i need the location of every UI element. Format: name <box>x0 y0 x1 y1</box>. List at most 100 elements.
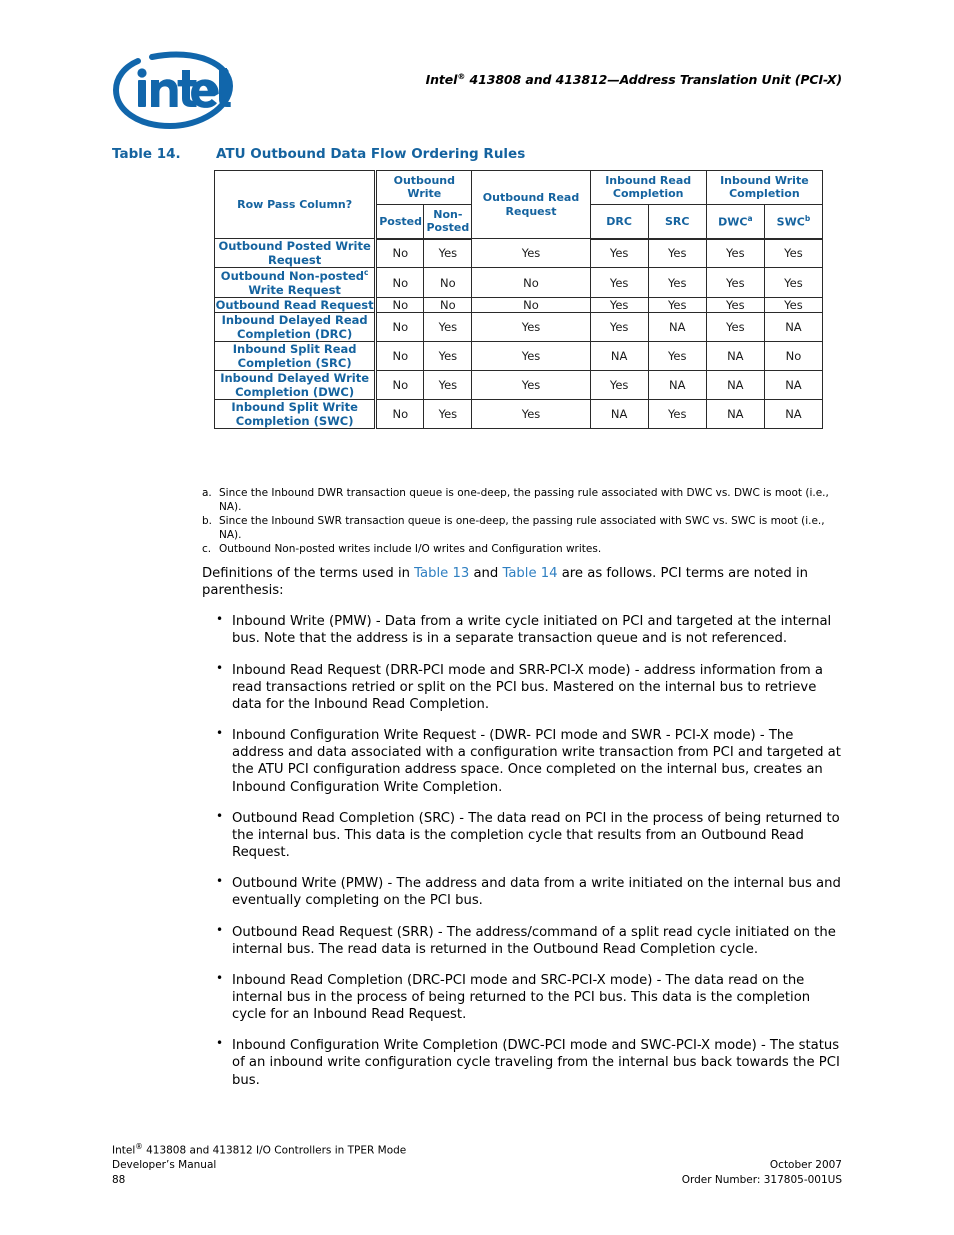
footer-manual-title: Intel® 413808 and 413812 I/O Controllers… <box>112 1142 406 1158</box>
xref-table-14[interactable]: Table 14 <box>502 566 557 581</box>
cell-r6-outbound-read-request: Yes <box>471 399 591 430</box>
cell-r6-dwc: NA <box>705 399 765 430</box>
list-item: Outbound Read Request (SRR) - The addres… <box>202 922 842 958</box>
cell-r2-non-posted: No <box>423 297 473 314</box>
cell-r5-outbound-read-request: Yes <box>471 370 591 401</box>
cell-r0-drc: Yes <box>589 238 649 269</box>
cell-r3-drc: Yes <box>589 312 649 343</box>
header-row-pass-column: Row Pass Column? <box>213 169 378 240</box>
running-header: Intel® 413808 and 413812—Address Transla… <box>425 72 843 88</box>
registered-mark-icon: ® <box>135 1141 143 1151</box>
header-sub-dwc-text: DWC <box>718 215 748 229</box>
header-group-inbound-write-completion: Inbound Write Completion <box>705 170 824 205</box>
header-sub-non-posted: Non-Posted <box>423 203 473 240</box>
footnote-a: a. Since the Inbound DWR transaction que… <box>202 487 834 515</box>
intel-logo <box>112 48 234 130</box>
list-item: Outbound Read Completion (SRC) - The dat… <box>202 809 842 861</box>
cell-r2-drc: Yes <box>589 297 649 314</box>
cell-r2-src: Yes <box>647 297 707 314</box>
cell-r6-posted: No <box>375 399 425 430</box>
cell-r4-swc: No <box>763 341 824 372</box>
cell-r5-dwc: NA <box>705 370 765 401</box>
cell-r6-drc: NA <box>589 399 649 430</box>
row-label-outbound-posted-write-request: Outbound Posted Write Request <box>213 238 378 269</box>
footnote-b-text: Since the Inbound SWR transaction queue … <box>219 514 825 541</box>
row-label-outbound-non-posted-write-request: Outbound Non-postedc Write Request <box>213 267 378 299</box>
page-footer-right: October 2007 Order Number: 317805-001US <box>682 1143 842 1188</box>
header-sub-dwc: DWCa <box>705 203 765 240</box>
cell-r0-outbound-read-request: Yes <box>471 238 591 269</box>
list-item: Outbound Write (PMW) - The address and d… <box>202 874 842 909</box>
cell-r1-non-posted: No <box>423 267 473 299</box>
cell-r3-src: NA <box>647 312 707 343</box>
row-label-inbound-delayed-write-completion: Inbound Delayed Write Completion (DWC) <box>213 370 378 401</box>
cell-r1-drc: Yes <box>589 267 649 299</box>
cell-r3-posted: No <box>375 312 425 343</box>
list-item: Inbound Read Completion (DRC-PCI mode an… <box>202 971 842 1023</box>
cell-r4-posted: No <box>375 341 425 372</box>
list-item: Inbound Configuration Write Completion (… <box>202 1036 842 1088</box>
intro-part1: Definitions of the terms used in <box>202 566 415 581</box>
definitions-intro: Definitions of the terms used in Table 1… <box>202 565 842 599</box>
intro-part2: and <box>469 566 503 581</box>
table-body: Outbound Posted Write Request No Yes Yes… <box>213 238 824 430</box>
xref-table-13[interactable]: Table 13 <box>414 566 469 581</box>
cell-r1-outbound-read-request: No <box>471 267 591 299</box>
list-item: Inbound Read Request (DRR-PCI mode and S… <box>202 661 842 713</box>
row-label-inbound-delayed-read-completion: Inbound Delayed Read Completion (DRC) <box>213 312 378 343</box>
header-sub-swc: SWCb <box>763 203 824 240</box>
cell-r4-non-posted: Yes <box>423 341 473 372</box>
list-item: Inbound Configuration Write Request - (D… <box>202 726 842 796</box>
cell-r5-src: NA <box>647 370 707 401</box>
footnote-c: c. Outbound Non-posted writes include I/… <box>202 543 834 557</box>
footer-spacer <box>682 1143 842 1158</box>
cell-r3-dwc: Yes <box>705 312 765 343</box>
header-group-outbound-write: Outbound Write <box>375 170 473 205</box>
header-sub-drc: DRC <box>589 203 649 240</box>
document-page: Intel® 413808 and 413812—Address Transla… <box>0 0 954 1235</box>
cell-r1-dwc: Yes <box>705 267 765 299</box>
cell-r6-swc: NA <box>763 399 824 430</box>
cell-r6-src: Yes <box>647 399 707 430</box>
cell-r4-dwc: NA <box>705 341 765 372</box>
table-row: Outbound Read Request No No No Yes Yes Y… <box>213 297 824 314</box>
cell-r2-swc: Yes <box>763 297 824 314</box>
header-sub-posted: Posted <box>375 203 425 240</box>
table-header: Row Pass Column? Outbound Write Outbound… <box>213 169 824 240</box>
cell-r2-posted: No <box>375 297 425 314</box>
page-footer-left: Intel® 413808 and 413812 I/O Controllers… <box>112 1142 406 1188</box>
header-sub-swc-footnote-marker: b <box>804 213 811 223</box>
cell-r0-non-posted: Yes <box>423 238 473 269</box>
header-sub-swc-text: SWC <box>776 215 805 229</box>
row-label-text: Outbound Non-posted <box>220 268 364 283</box>
table-row: Outbound Non-postedc Write Request No No … <box>213 267 824 299</box>
header-group-inbound-read-completion: Inbound Read Completion <box>589 170 707 205</box>
cell-r4-drc: NA <box>589 341 649 372</box>
footer-title-pre: Intel <box>112 1144 136 1157</box>
footer-order-number: Order Number: 317805-001US <box>681 1174 842 1187</box>
cell-r5-drc: Yes <box>589 370 649 401</box>
cell-r4-outbound-read-request: Yes <box>471 341 591 372</box>
cell-r1-posted: No <box>375 267 425 299</box>
table-caption-title: ATU Outbound Data Flow Ordering Rules <box>216 146 526 162</box>
table-caption: Table 14. ATU Outbound Data Flow Ordering… <box>112 146 525 162</box>
cell-r6-non-posted: Yes <box>423 399 473 430</box>
ordering-rules-table-wrap: Row Pass Column? Outbound Write Outbound… <box>213 169 824 430</box>
list-item: Inbound Write (PMW) - Data from a write … <box>202 612 842 647</box>
table-footnotes: a. Since the Inbound DWR transaction que… <box>202 487 834 557</box>
table-row: Outbound Posted Write Request No Yes Yes… <box>213 238 824 269</box>
footnote-c-text: Outbound Non-posted writes include I/O w… <box>219 542 602 555</box>
cell-r0-dwc: Yes <box>705 238 765 269</box>
footnote-b: b. Since the Inbound SWR transaction que… <box>202 515 834 543</box>
footnote-a-text: Since the Inbound DWR transaction queue … <box>219 487 829 513</box>
cell-r2-outbound-read-request: No <box>471 297 591 314</box>
cell-r3-swc: NA <box>763 312 824 343</box>
table-header-row-groups: Row Pass Column? Outbound Write Outbound… <box>213 169 824 240</box>
page-number: 88 <box>112 1174 126 1187</box>
cell-r5-swc: NA <box>763 370 824 401</box>
table-row: Inbound Delayed Write Completion (DWC) N… <box>213 370 824 401</box>
header-sub-src: SRC <box>647 203 707 240</box>
header-group-outbound-read-request: Outbound Read Request <box>471 169 591 240</box>
running-header-pre: Intel <box>425 72 458 88</box>
cell-r5-non-posted: Yes <box>423 370 473 401</box>
